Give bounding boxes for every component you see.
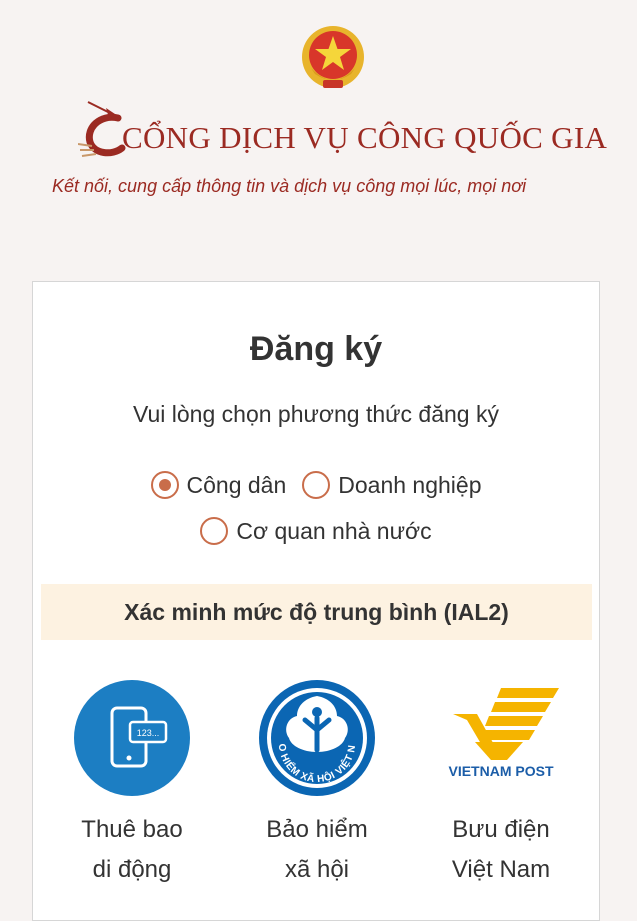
account-type-group: Công dân Doanh nghiệp [33,471,599,499]
radio-enterprise-label: Doanh nghiệp [338,471,482,498]
radio-citizen-circle[interactable] [150,471,179,499]
social-insurance-logo: BẢO HIỂM XÃ HỘI VIỆT NAM [257,678,375,796]
radio-government[interactable]: Cơ quan nhà nước [200,517,432,545]
radio-citizen[interactable]: Công dân [150,471,287,499]
national-emblem-icon [302,26,364,88]
register-subtitle: Vui lòng chọn phương thức đăng ký [133,401,499,427]
vietnam-post-logo-text: VIETNAM POST [448,763,553,779]
method-mobile-subscriber[interactable]: 123... Thuê bao di động [52,678,212,890]
site-header: CỔNG DỊCH VỤ CÔNG QUỐC GIA Kết nối, cung… [0,0,637,230]
method-vietnam-post[interactable]: VIETNAM POST Bưu điện Việt Nam [421,678,581,890]
phone-screen-text: 123... [137,728,160,738]
brand-logo: CỔNG DỊCH VỤ CÔNG QUỐC GIA [78,98,607,162]
method-social-insurance-label: Bảo hiểm xã hội [266,816,368,883]
radio-enterprise[interactable]: Doanh nghiệp [302,471,481,499]
method-social-insurance[interactable]: BẢO HIỂM XÃ HỘI VIỆT NAM Bảo hiểm xã hội [237,678,397,890]
radio-government-circle[interactable] [200,517,229,545]
verification-level-banner: Xác minh mức độ trung bình (IAL2) [41,584,592,640]
portal-title: CỔNG DỊCH VỤ CÔNG QUỐC GIA [122,120,608,155]
account-type-group-2: Cơ quan nhà nước [33,517,599,545]
register-title: Đăng ký [249,330,383,368]
mobile-subscriber-icon: 123... [74,680,190,796]
method-vietnam-post-label: Bưu điện Việt Nam [451,816,551,883]
vietnam-post-logo: VIETNAM POST [448,688,559,779]
radio-citizen-label: Công dân [186,471,287,498]
radio-government-label: Cơ quan nhà nước [236,517,432,544]
portal-slogan: Kết nối, cung cấp thông tin và dịch vụ c… [52,176,527,196]
radio-enterprise-circle[interactable] [302,471,331,499]
register-card: Đăng ký Vui lòng chọn phương thức đăng k… [32,281,600,921]
method-mobile-label: Thuê bao di động [81,816,183,883]
